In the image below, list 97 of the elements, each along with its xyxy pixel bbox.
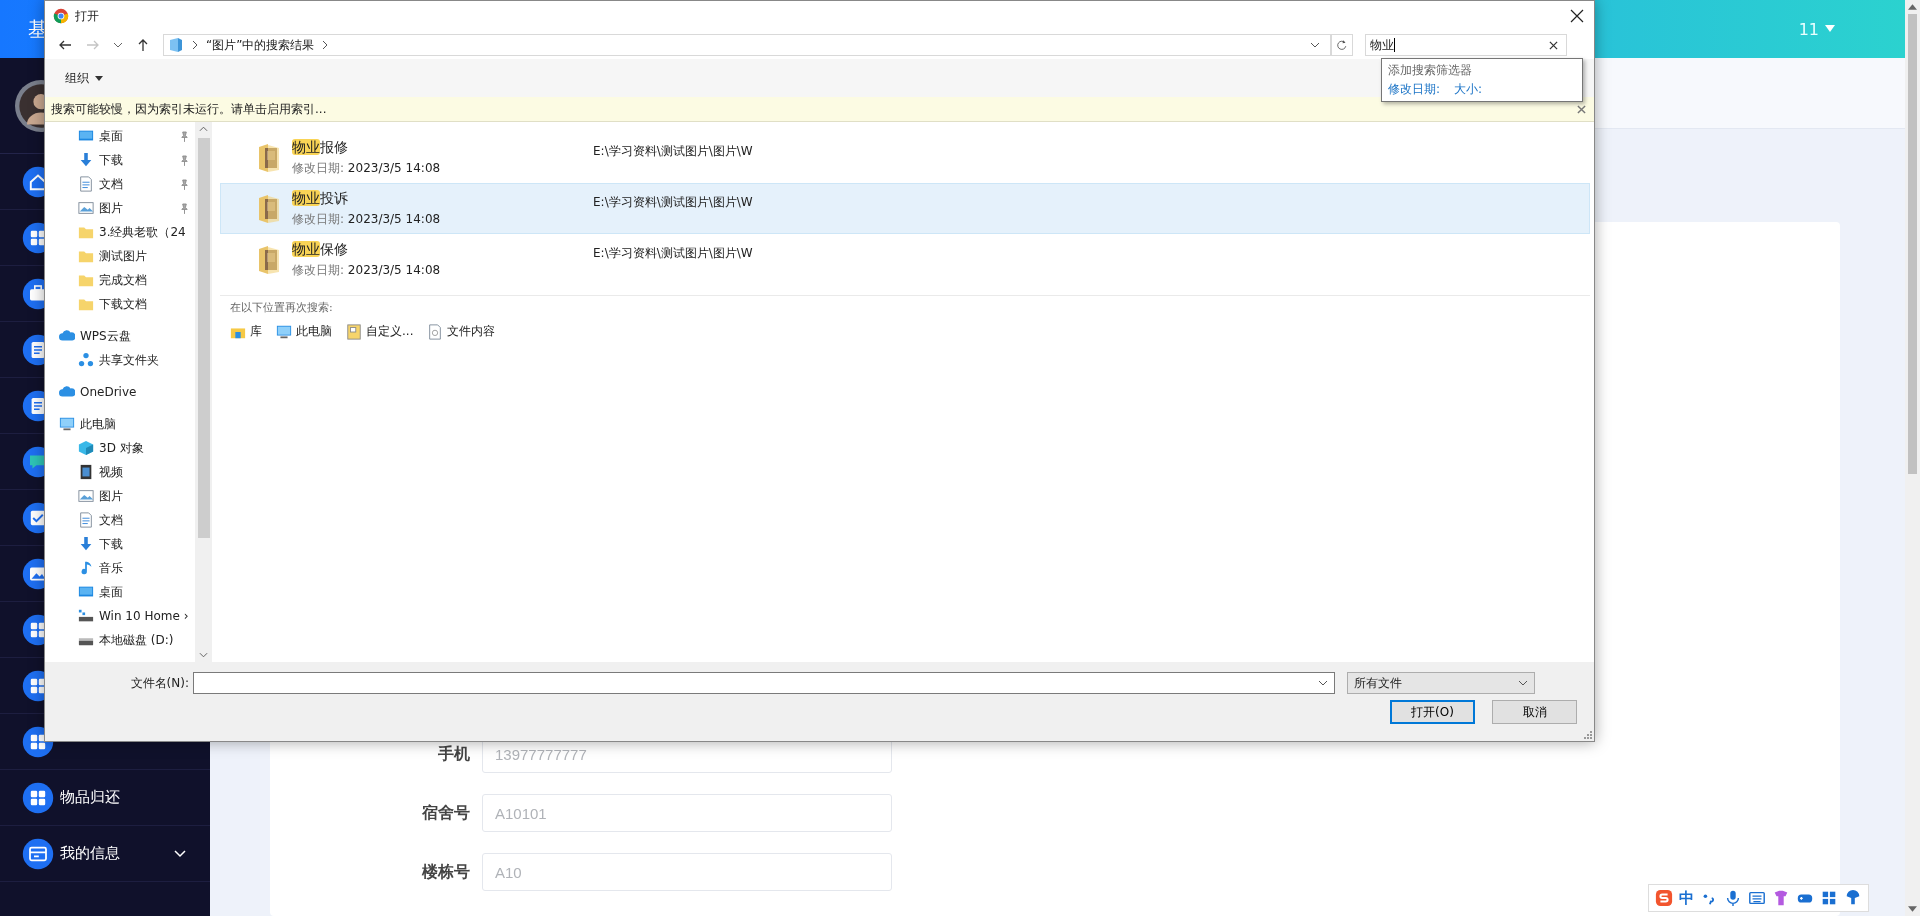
shirt-icon[interactable] xyxy=(1772,889,1790,907)
search-location-link[interactable]: 库 xyxy=(230,323,262,340)
microphone-icon[interactable] xyxy=(1724,889,1742,907)
refresh-icon[interactable] xyxy=(1331,34,1353,56)
nav-item[interactable]: 音乐 xyxy=(45,556,195,580)
search-location-link[interactable]: 自定义... xyxy=(346,323,414,340)
file-path: E:\学习资料\测试图片\图片\W xyxy=(593,143,753,160)
nav-item[interactable]: 下载 xyxy=(45,532,195,556)
netdrive-icon xyxy=(78,608,94,624)
scrollbar[interactable] xyxy=(1905,0,1920,916)
scroll-down-icon[interactable] xyxy=(199,652,208,658)
nav-item[interactable]: 共享文件夹 xyxy=(45,348,195,372)
keyboard-icon[interactable] xyxy=(1748,889,1766,907)
folder-icon xyxy=(257,193,281,224)
nav-item[interactable]: 本地磁盘 (D:) xyxy=(45,628,195,652)
nav-item[interactable]: 桌面 xyxy=(45,580,195,604)
nav-item[interactable]: 3D 对象 xyxy=(45,436,195,460)
clear-icon[interactable] xyxy=(1549,40,1558,50)
share-icon xyxy=(78,352,94,368)
nav-item[interactable]: 此电脑 xyxy=(45,412,195,436)
scroll-down-icon[interactable] xyxy=(1908,906,1917,912)
input-mode[interactable]: 中 xyxy=(1679,888,1694,908)
address-bar[interactable]: “图片”中的搜索结果 xyxy=(163,34,1331,56)
video-icon xyxy=(78,464,94,480)
file-path: E:\学习资料\测试图片\图片\W xyxy=(593,194,753,211)
file-name-label: 文件名(N): xyxy=(129,674,189,692)
file-name: 物业保修 xyxy=(292,240,349,259)
pc-icon xyxy=(59,416,75,432)
folder-icon xyxy=(257,244,281,275)
grid-icon[interactable] xyxy=(1820,889,1838,907)
file-icon xyxy=(427,323,444,340)
file-name-field[interactable] xyxy=(193,672,1335,694)
resize-grip-icon[interactable] xyxy=(1582,729,1592,739)
nav-item[interactable]: OneDrive xyxy=(45,380,195,404)
file-name: 物业报修 xyxy=(292,138,349,157)
nav-item[interactable]: 下载文档 xyxy=(45,292,195,316)
close-icon[interactable] xyxy=(1570,9,1584,23)
result-row[interactable]: 物业保修 修改日期: 2023/3/5 14:08 E:\学习资料\测试图片\图片\W xyxy=(220,234,1590,285)
file-name: 物业投诉 xyxy=(292,189,349,208)
picture-icon xyxy=(78,488,94,504)
nav-item[interactable]: 视频 xyxy=(45,460,195,484)
nav-item[interactable]: 文档 xyxy=(45,172,195,196)
result-row[interactable]: 物业报修 修改日期: 2023/3/5 14:08 E:\学习资料\测试图片\图片\W xyxy=(220,132,1590,183)
tool-icon[interactable] xyxy=(1844,889,1862,907)
doc-icon xyxy=(78,512,94,528)
organize-menu[interactable]: 组织 xyxy=(61,66,107,90)
grid-icon xyxy=(22,781,54,814)
search-location-link[interactable]: 此电脑 xyxy=(276,323,332,340)
search-field[interactable]: 物业 xyxy=(1365,34,1567,56)
caret-icon xyxy=(95,75,103,81)
scrollbar[interactable] xyxy=(195,122,212,662)
input-field[interactable]: A10101 xyxy=(482,794,892,832)
nav-item[interactable]: 测试图片 xyxy=(45,244,195,268)
modified-date: 修改日期: 2023/3/5 14:08 xyxy=(292,261,442,279)
search-location-link[interactable]: 文件内容 xyxy=(427,323,496,340)
custom-icon xyxy=(346,323,362,340)
download-icon xyxy=(78,536,94,552)
download-icon xyxy=(78,152,94,168)
info-bar[interactable]: 搜索可能较慢，因为索引未运行。请单击启用索引... xyxy=(45,97,1594,122)
pc-icon xyxy=(276,323,292,340)
menu-item[interactable]: 物品归还 xyxy=(0,770,210,826)
input-field[interactable]: A10 xyxy=(482,853,892,891)
nav-item[interactable]: 图片 xyxy=(45,484,195,508)
nav-item[interactable]: 图片 xyxy=(45,196,195,220)
nav-item[interactable]: WPS云盘 xyxy=(45,324,195,348)
filter-link[interactable]: 大小: xyxy=(1454,81,1483,98)
scroll-up-icon[interactable] xyxy=(199,126,208,132)
field-label: 楼栋号 xyxy=(421,861,470,883)
nav-item[interactable]: 桌面 xyxy=(45,124,195,148)
menu-item[interactable]: 我的信息 xyxy=(0,826,210,882)
nav-item[interactable]: 文档 xyxy=(45,508,195,532)
cube-icon xyxy=(78,440,94,456)
file-path: E:\学习资料\测试图片\图片\W xyxy=(593,245,753,262)
dialog-title: 打开 xyxy=(75,7,99,25)
cancel-button[interactable]: 取消 xyxy=(1492,700,1577,724)
search-again-heading: 在以下位置再次搜索: xyxy=(230,300,334,315)
scroll-up-icon[interactable] xyxy=(1908,4,1917,10)
filter-link[interactable]: 修改日期: xyxy=(1388,81,1441,98)
nav-item[interactable]: 完成文档 xyxy=(45,268,195,292)
caret-icon xyxy=(1825,25,1835,33)
suggestion-heading: 添加搜索筛选器 xyxy=(1388,62,1473,79)
modified-date: 修改日期: 2023/3/5 14:08 xyxy=(292,159,442,177)
field-label: 宿舍号 xyxy=(421,802,470,824)
modified-date: 修改日期: 2023/3/5 14:08 xyxy=(292,210,442,228)
logo-icon[interactable] xyxy=(1655,889,1673,907)
folder-icon xyxy=(257,142,281,173)
browser-icon xyxy=(53,8,69,24)
open-button[interactable]: 打开(O) xyxy=(1390,700,1475,724)
nav-item[interactable]: Win 10 Home › xyxy=(45,604,195,628)
field-label: 手机 xyxy=(437,743,470,765)
result-row[interactable]: 物业投诉 修改日期: 2023/3/5 14:08 E:\学习资料\测试图片\图片\W xyxy=(220,183,1590,234)
nav-item[interactable]: 3.经典老歌（24 xyxy=(45,220,195,244)
picture-icon xyxy=(78,200,94,216)
doc-icon xyxy=(78,176,94,192)
card-icon xyxy=(22,837,54,870)
file-type-dropdown[interactable]: 所有文件 xyxy=(1347,672,1535,694)
nav-item[interactable]: 下载 xyxy=(45,148,195,172)
